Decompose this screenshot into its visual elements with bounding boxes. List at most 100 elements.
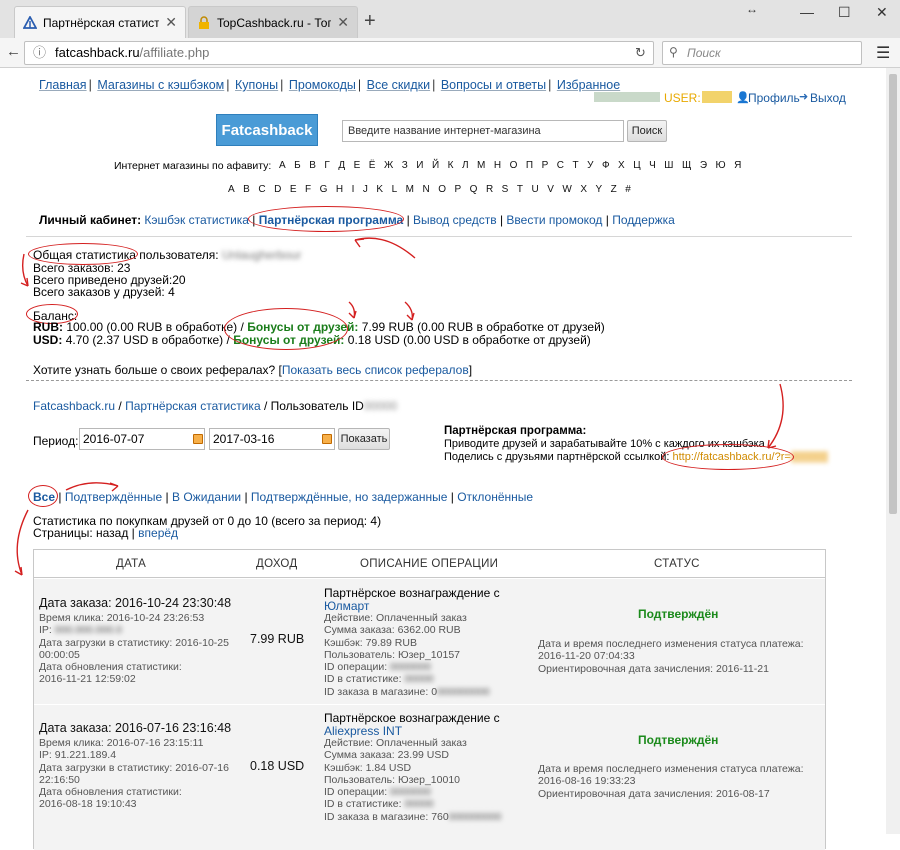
cabinet-cashback-stats[interactable]: Кэшбэк статистика [144, 213, 249, 227]
info-icon[interactable]: ⓘ [33, 42, 46, 64]
ru-letter-link[interactable]: И [416, 160, 423, 171]
en-letter-link[interactable]: Q [470, 184, 478, 195]
resize-icon[interactable]: ↔ [746, 2, 758, 16]
ru-letter-link[interactable]: У [587, 160, 593, 171]
ru-letter-link[interactable]: Б [294, 160, 301, 171]
back-icon[interactable]: ← [6, 43, 21, 60]
ru-letter-link[interactable]: Э [700, 160, 707, 171]
shop-search-button[interactable]: Поиск [627, 120, 667, 142]
ru-letter-link[interactable]: М [477, 160, 485, 171]
nav-favorites[interactable]: Избранное [557, 78, 620, 92]
breadcrumb-section[interactable]: Партнёрская статистика [125, 399, 261, 413]
shop-search-input[interactable]: Введите название интернет-магазина [342, 120, 624, 142]
en-letter-link[interactable]: X [580, 184, 587, 195]
ru-letter-link[interactable]: Е [354, 160, 361, 171]
ru-letter-link[interactable]: Ч [649, 160, 656, 171]
ru-letter-link[interactable]: Л [462, 160, 469, 171]
ru-letter-link[interactable]: Х [618, 160, 625, 171]
scrollbar-thumb[interactable] [889, 74, 897, 514]
en-letter-link[interactable]: Z [611, 184, 617, 195]
url-bar[interactable]: ⓘ fatcashback.ru/affiliate.php ↻ [24, 41, 654, 65]
next-page-link[interactable]: вперёд [138, 526, 178, 540]
en-letter-link[interactable]: R [486, 184, 493, 195]
cabinet-promocode[interactable]: Ввести промокод [506, 213, 602, 227]
ru-letter-link[interactable]: Ж [384, 160, 393, 171]
minimize-icon[interactable]: — [800, 4, 814, 20]
breadcrumb-home[interactable]: Fatcashback.ru [33, 399, 115, 413]
en-letter-link[interactable]: H [336, 184, 343, 195]
en-letter-link[interactable]: F [305, 184, 311, 195]
shop-link[interactable]: Aliexpress INT [324, 724, 402, 738]
ru-letter-link[interactable]: Ц [633, 160, 640, 171]
cabinet-withdraw[interactable]: Вывод средств [413, 213, 497, 227]
close-window-icon[interactable]: ✕ [876, 4, 888, 21]
ru-letter-link[interactable]: Г [324, 160, 329, 171]
en-letter-link[interactable]: S [502, 184, 509, 195]
nav-home[interactable]: Главная [39, 78, 87, 92]
en-letter-link[interactable]: J [363, 184, 368, 195]
ru-letter-link[interactable]: Щ [682, 160, 691, 171]
ru-letter-link[interactable]: З [402, 160, 408, 171]
browser-search-input[interactable]: ⚲ Поиск [662, 41, 862, 65]
nav-coupons[interactable]: Купоны [235, 78, 278, 92]
ru-letter-link[interactable]: Ю [716, 160, 726, 171]
en-letter-link[interactable]: M [406, 184, 414, 195]
ru-letter-link[interactable]: К [448, 160, 454, 171]
close-tab-icon[interactable]: ✕ [337, 14, 349, 31]
en-letter-link[interactable]: A [228, 184, 235, 195]
filter-delayed[interactable]: Подтверждённые, но задержанные [251, 490, 447, 504]
date-to-input[interactable]: 2017-03-16 [209, 428, 335, 450]
menu-icon[interactable]: ☰ [876, 43, 890, 63]
tab-topcashback[interactable]: TopCashback.ru - Топ лу... ✕ [188, 6, 358, 38]
nav-shops[interactable]: Магазины с кэшбэком [97, 78, 224, 92]
shop-link[interactable]: Юлмарт [324, 599, 369, 613]
en-letter-link[interactable]: T [517, 184, 523, 195]
filter-pending[interactable]: В Ожидании [172, 490, 241, 504]
ru-letter-link[interactable]: Н [494, 160, 501, 171]
ru-letter-link[interactable]: В [309, 160, 316, 171]
close-tab-icon[interactable]: ✕ [165, 14, 177, 31]
show-referrals-link[interactable]: Показать весь список рефералов [282, 363, 469, 377]
filter-confirmed[interactable]: Подтверждённые [65, 490, 162, 504]
en-letter-link[interactable]: P [454, 184, 461, 195]
profile-link[interactable]: Профиль [748, 91, 800, 105]
ru-letter-link[interactable]: Р [542, 160, 549, 171]
en-letter-link[interactable]: W [562, 184, 571, 195]
en-letter-link[interactable]: Y [595, 184, 602, 195]
en-letter-link[interactable]: O [438, 184, 446, 195]
date-from-input[interactable]: 2016-07-07 [79, 428, 205, 450]
filter-rejected[interactable]: Отклонённые [457, 490, 533, 504]
en-letter-link[interactable]: L [392, 184, 398, 195]
reload-icon[interactable]: ↻ [635, 42, 646, 64]
ru-letter-link[interactable]: С [557, 160, 564, 171]
ru-letter-link[interactable]: Ш [664, 160, 673, 171]
ru-letter-link[interactable]: П [526, 160, 533, 171]
nav-faq[interactable]: Вопросы и ответы [441, 78, 546, 92]
new-tab-icon[interactable]: + [364, 11, 376, 31]
en-letter-link[interactable]: G [320, 184, 328, 195]
ru-letter-link[interactable]: А [279, 160, 286, 171]
ru-letter-link[interactable]: О [510, 160, 518, 171]
en-letter-link[interactable]: E [290, 184, 297, 195]
ru-letter-link[interactable]: Ё [369, 160, 376, 171]
nav-discounts[interactable]: Все скидки [367, 78, 430, 92]
calendar-icon[interactable] [322, 434, 332, 444]
ru-letter-link[interactable]: Д [338, 160, 345, 171]
en-letter-link[interactable]: D [274, 184, 281, 195]
calendar-icon[interactable] [193, 434, 203, 444]
site-logo[interactable]: Fatcashback [216, 114, 318, 146]
tab-partner-stats[interactable]: Партнёрская статистика ✕ [14, 6, 186, 38]
en-letter-link[interactable]: N [422, 184, 429, 195]
en-letter-link[interactable]: # [625, 184, 631, 195]
cabinet-support[interactable]: Поддержка [612, 213, 675, 227]
ru-letter-link[interactable]: Т [572, 160, 578, 171]
ru-letter-link[interactable]: Й [432, 160, 439, 171]
en-letter-link[interactable]: U [531, 184, 538, 195]
en-letter-link[interactable]: V [547, 184, 554, 195]
en-letter-link[interactable]: I [352, 184, 355, 195]
en-letter-link[interactable]: K [376, 184, 383, 195]
en-letter-link[interactable]: C [258, 184, 265, 195]
ru-letter-link[interactable]: Я [734, 160, 741, 171]
show-button[interactable]: Показать [338, 428, 390, 450]
nav-promocodes[interactable]: Промокоды [289, 78, 356, 92]
